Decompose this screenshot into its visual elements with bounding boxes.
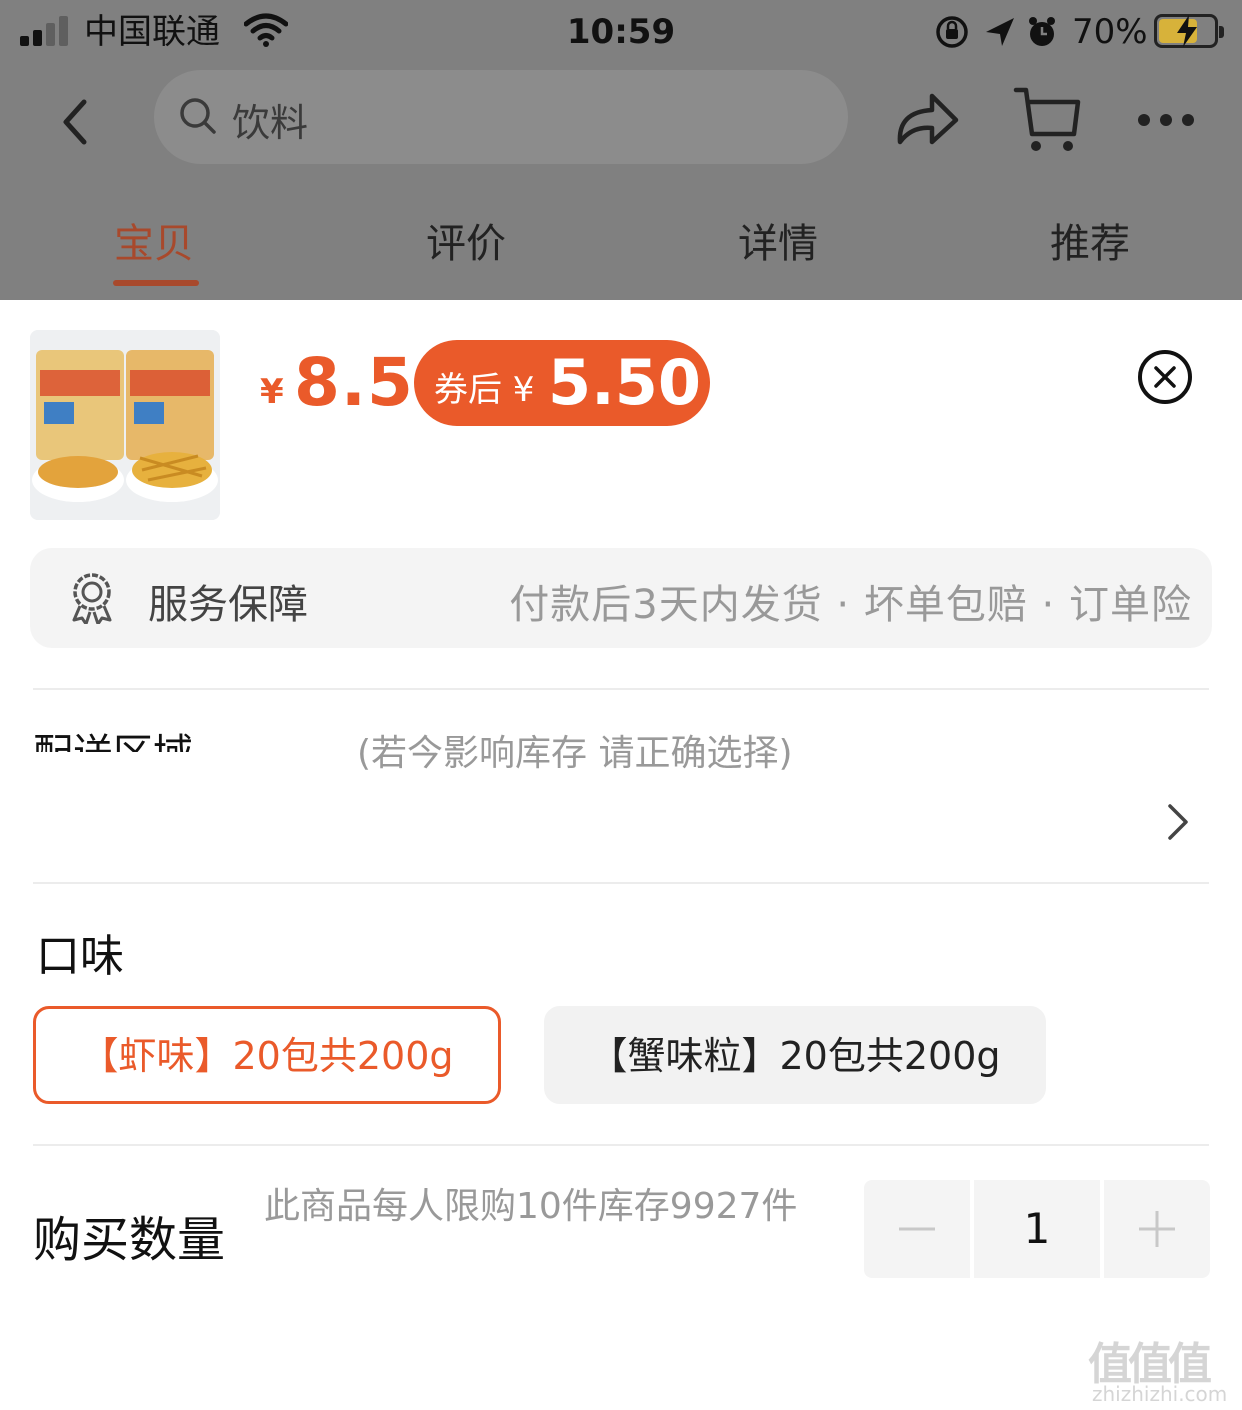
- product-tabs: 宝贝 评价 详情 推荐: [0, 218, 1242, 286]
- service-description: 付款后3天内发货 · 坏单包赔 · 订单险: [509, 582, 1192, 628]
- chevron-right-icon: [1168, 804, 1188, 840]
- coupon-price-badge: 券后 ¥ 5.50: [414, 340, 710, 426]
- top-nav: 饮料: [0, 70, 1242, 166]
- watermark-site: zhizhizhi.com: [1092, 1382, 1228, 1406]
- tab-reviews[interactable]: 评价: [426, 218, 506, 270]
- cart-button[interactable]: [1012, 84, 1082, 156]
- quantity-title: 购买数量: [33, 1212, 226, 1268]
- flavor-option-shrimp[interactable]: 【虾味】20包共200g: [33, 1006, 501, 1104]
- divider: [33, 688, 1209, 690]
- sku-sheet: ¥ 8.5 券后 ¥ 5.50 服务保障 付款后3天内发货 · 坏单包赔 · 订…: [0, 300, 1242, 1410]
- delivery-area-row[interactable]: 配送区域 (若今影响库存 请正确选择): [33, 692, 1209, 882]
- quantity-limit-note: 此商品每人限购10件库存9927件: [264, 1186, 798, 1227]
- quantity-stepper: 1: [864, 1180, 1210, 1278]
- divider: [33, 1144, 1209, 1146]
- tab-item[interactable]: 宝贝: [114, 218, 194, 270]
- badge-icon: [72, 573, 112, 624]
- location-icon: [986, 18, 1014, 46]
- quantity-value[interactable]: 1: [974, 1180, 1100, 1278]
- plus-icon: [1139, 1211, 1175, 1247]
- flavor-option-crab[interactable]: 【蟹味粒】20包共200g: [544, 1006, 1046, 1104]
- product-thumbnail[interactable]: [30, 330, 220, 520]
- back-button[interactable]: [52, 92, 102, 152]
- delivery-label: 配送区域: [33, 730, 193, 752]
- status-bar: 中国联通 10:59 70%: [0, 0, 1242, 64]
- battery-icon: [1154, 14, 1224, 48]
- coupon-price: 5.50: [548, 346, 701, 419]
- rotation-lock-icon: [936, 16, 968, 48]
- search-text: 饮料: [232, 101, 309, 145]
- service-title: 服务保障: [148, 582, 308, 628]
- close-icon: [1154, 366, 1176, 388]
- divider: [33, 882, 1209, 884]
- search-bar[interactable]: 饮料: [154, 70, 848, 164]
- coupon-label: 券后 ¥: [434, 370, 535, 410]
- share-button[interactable]: [894, 90, 960, 150]
- delivery-hint: (若今影响库存 请正确选择): [357, 733, 793, 770]
- battery-percent: 70%: [1072, 12, 1148, 52]
- product-price: 8.5: [294, 344, 414, 421]
- decrease-button[interactable]: [864, 1180, 970, 1278]
- alarm-icon: [1029, 17, 1055, 46]
- price-currency: ¥: [260, 372, 284, 412]
- service-guarantee[interactable]: 服务保障 付款后3天内发货 · 坏单包赔 · 订单险: [30, 548, 1212, 648]
- tab-details[interactable]: 详情: [738, 218, 818, 270]
- status-icons: [936, 16, 1055, 48]
- search-icon: [180, 98, 216, 134]
- dimmed-header: 中国联通 10:59 70% 饮料 宝贝 评价 详情 推荐: [0, 0, 1242, 300]
- active-tab-indicator: [113, 280, 199, 286]
- more-button[interactable]: [1136, 110, 1196, 130]
- flavor-title: 口味: [36, 931, 124, 982]
- watermark-logo: 值值值 zhizhizhi.com: [1088, 1328, 1238, 1408]
- minus-icon: [899, 1227, 935, 1231]
- increase-button[interactable]: [1104, 1180, 1210, 1278]
- close-button[interactable]: [1138, 350, 1192, 404]
- tab-recommend[interactable]: 推荐: [1050, 218, 1130, 270]
